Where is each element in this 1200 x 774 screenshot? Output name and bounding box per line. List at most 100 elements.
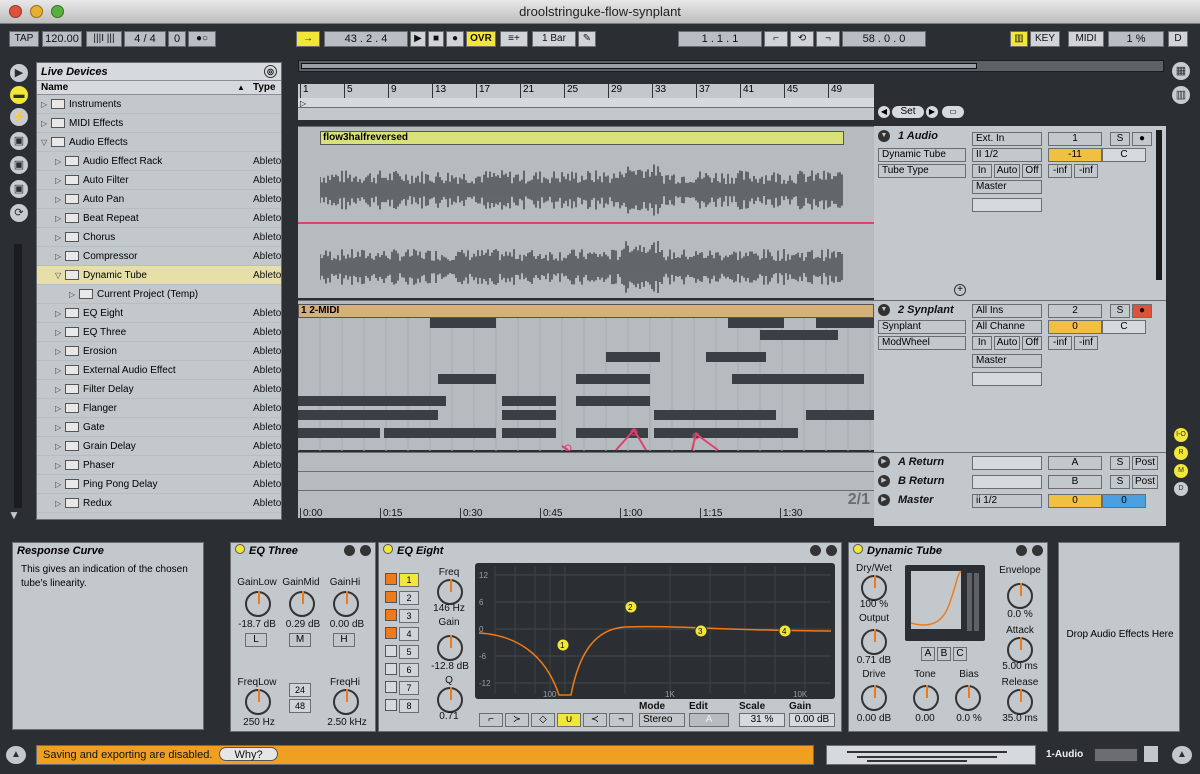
disclosure-icon[interactable]: ▷ (55, 323, 65, 342)
output-gain-field[interactable]: 0.00 dB (789, 713, 835, 727)
track-1-output-channel[interactable] (972, 198, 1042, 212)
track-1-name[interactable]: 1 Audio (898, 130, 938, 142)
track-2-arm[interactable]: ● (1132, 304, 1152, 318)
fold-master-icon[interactable]: ▶ (878, 494, 890, 506)
overdub-button[interactable]: OVR (466, 31, 496, 47)
next-locator-icon[interactable]: ▶ (926, 106, 938, 118)
disclosure-icon[interactable]: ▷ (55, 494, 65, 513)
gain-knob[interactable] (437, 635, 463, 661)
low-on-button[interactable]: L (245, 633, 267, 647)
midi-map-button[interactable]: MIDI (1068, 31, 1104, 47)
arrangement-overview[interactable] (298, 60, 1164, 72)
midi-note[interactable] (438, 374, 496, 384)
bias-knob[interactable] (955, 685, 981, 711)
tube-save-icon[interactable] (1032, 545, 1043, 556)
tone-knob[interactable] (913, 685, 939, 711)
browser-item[interactable]: ▷ Flanger Ableto (37, 399, 281, 418)
show-hide-detail-right-icon[interactable]: ▲ (1172, 746, 1192, 764)
return-a-activator[interactable]: A (1048, 456, 1102, 470)
quantization-menu[interactable]: 1 Bar (532, 31, 576, 47)
disclosure-icon[interactable]: ▷ (55, 247, 65, 266)
output-knob[interactable] (861, 629, 887, 655)
edit-a-button[interactable]: A (689, 713, 729, 727)
disclosure-icon[interactable]: ▷ (41, 114, 51, 133)
band-select-button[interactable]: 6 (399, 663, 419, 677)
track-1-device-chooser[interactable]: Dynamic Tube (878, 148, 966, 162)
midi-note[interactable] (298, 410, 438, 420)
gain-low-knob[interactable] (245, 591, 271, 617)
collapse-down-icon[interactable]: ▼ (8, 508, 20, 522)
tap-button[interactable]: TAP (9, 31, 39, 47)
delay-toggle[interactable]: D (1174, 482, 1188, 496)
band-on-toggle[interactable] (385, 627, 397, 639)
browser-item[interactable]: ▷ Grain Delay Ableto (37, 437, 281, 456)
track-1-monitor-auto[interactable]: Auto (994, 164, 1020, 178)
browser-item[interactable]: ▷ Auto Filter Ableto (37, 171, 281, 190)
midi-note[interactable] (430, 318, 496, 328)
metronome-nudge-button[interactable]: |||I ||| (86, 31, 122, 47)
master-output-channel[interactable]: ii 1/2 (972, 494, 1042, 508)
tube-hot-swap-icon[interactable] (1016, 545, 1027, 556)
browser-item[interactable]: ▷ Audio Effect Rack Ableto (37, 152, 281, 171)
midi-note[interactable] (816, 318, 874, 328)
locator-lane[interactable]: ▷ (298, 98, 874, 108)
browser-item[interactable]: ▷ Auto Pan Ableto (37, 190, 281, 209)
record-button[interactable]: ● (446, 31, 464, 47)
return-a-output[interactable] (972, 456, 1042, 470)
add-lane-icon[interactable]: + (954, 284, 966, 296)
browser-item[interactable]: ▷ External Audio Effect Ableto (37, 361, 281, 380)
track-1-input-type[interactable]: Ext. In (972, 132, 1042, 146)
freq-knob[interactable] (437, 579, 463, 605)
time-signature-field[interactable]: 4 / 4 (124, 31, 166, 47)
band-select-button[interactable]: 4 (399, 627, 419, 641)
band-on-toggle[interactable] (385, 573, 397, 585)
attack-knob[interactable] (1007, 637, 1033, 663)
type-column-header[interactable]: Type (253, 81, 276, 95)
gain-envelope-line[interactable] (298, 222, 874, 224)
browser-item[interactable]: ▷ EQ Three Ableto (37, 323, 281, 342)
track-2-output-channel[interactable] (972, 372, 1042, 386)
track-2-name[interactable]: 2 Synplant (898, 304, 954, 316)
disclosure-icon[interactable]: ▷ (55, 152, 65, 171)
track-2-input-type[interactable]: All Ins (972, 304, 1042, 318)
browser-item[interactable]: ▷ Ping Pong Delay Ableto (37, 475, 281, 494)
track-1-arm[interactable]: ● (1132, 132, 1152, 146)
return-a-post[interactable]: Post (1132, 456, 1158, 470)
browser-options-icon[interactable]: ◎ (264, 65, 277, 78)
midi-notes[interactable] (298, 318, 874, 451)
envelope-knob[interactable] (1007, 583, 1033, 609)
filter-type-icon[interactable]: ∪ (557, 713, 581, 727)
freq-low-knob[interactable] (245, 689, 271, 715)
tube-b-button[interactable]: B (937, 647, 951, 661)
midi-note[interactable] (654, 410, 776, 420)
loop-switch-button[interactable]: ⟲ (790, 31, 814, 47)
band-on-toggle[interactable] (385, 699, 397, 711)
disclosure-icon[interactable]: ▷ (41, 95, 51, 114)
track-2-activator[interactable]: 2 (1048, 304, 1102, 318)
midi-note[interactable] (654, 428, 798, 438)
eq-curve-display[interactable]: 1260-6-12100 1K 10K123 4 (475, 563, 835, 699)
master-pan[interactable]: 0 (1102, 494, 1146, 508)
mode-chooser[interactable]: Stereo (639, 713, 685, 727)
gain-hi-knob[interactable] (333, 591, 359, 617)
show-hide-detail-icon[interactable]: ▲ (6, 746, 26, 764)
lock-icon[interactable]: ▭ (942, 106, 964, 118)
track-1-output[interactable]: Master (972, 180, 1042, 194)
track-1-solo[interactable]: S (1110, 132, 1130, 146)
band-select-button[interactable]: 7 (399, 681, 419, 695)
freq-hi-knob[interactable] (333, 689, 359, 715)
track-2-output[interactable]: Master (972, 354, 1042, 368)
browser-scrollbar[interactable] (14, 244, 22, 508)
band-select-button[interactable]: 2 (399, 591, 419, 605)
hi-on-button[interactable]: H (333, 633, 355, 647)
track-2-volume[interactable]: 0 (1048, 320, 1102, 334)
track-2-monitor-off[interactable]: Off (1022, 336, 1042, 350)
name-column-header[interactable]: Name (37, 82, 68, 93)
track-1-activator[interactable]: 1 (1048, 132, 1102, 146)
key-map-button[interactable]: KEY (1030, 31, 1060, 47)
file-browser-2-icon[interactable]: ▣ (10, 156, 28, 174)
midi-note[interactable] (760, 330, 838, 340)
midi-arrangement-button[interactable]: ≡+ (500, 31, 528, 47)
browser-item[interactable]: ▷ Current Project (Temp) (37, 285, 281, 304)
track-1-audio-lane[interactable]: flow3halfreversed (298, 126, 874, 298)
